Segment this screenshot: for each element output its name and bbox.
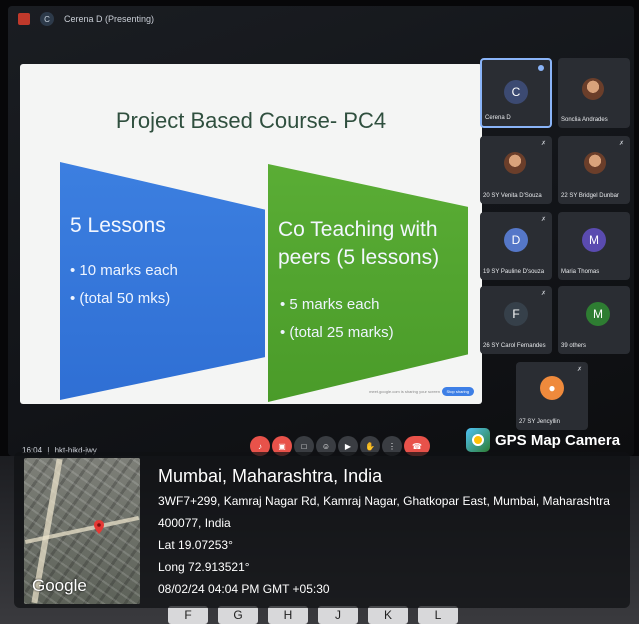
participant-tile[interactable]: D ✗ 19 SY Pauline D'souza — [480, 212, 552, 280]
location-city: Mumbai, Maharashtra, India — [158, 466, 383, 486]
participant-tile[interactable]: ● ✗ 27 SY Jencyllin — [516, 362, 588, 430]
participant-name: 22 SY Bridgel Dunbar — [561, 193, 619, 199]
lessons-panel — [60, 162, 265, 400]
gps-camera-icon — [466, 428, 490, 452]
participant-tile[interactable]: C Cerena D — [480, 58, 552, 128]
photo-frame: F G H J K L C Cerena D (Presenting) Proj… — [0, 0, 639, 624]
key-g: G — [218, 606, 258, 624]
location-address-line2: 400077, India — [158, 516, 231, 530]
others-tile[interactable]: M 39 others — [558, 286, 630, 354]
speaking-icon — [538, 65, 544, 71]
co-teaching-heading-2: peers (5 lessons) — [278, 246, 440, 269]
participant-tile[interactable]: M Maria Thomas — [558, 212, 630, 280]
co-teaching-bullet: • 5 marks each — [280, 296, 380, 313]
participant-name: 26 SY Carol Fernandes — [483, 343, 546, 349]
participant-avatar: M — [586, 302, 610, 326]
participant-tile[interactable]: F ✗ 26 SY Carol Fernandes — [480, 286, 552, 354]
gps-map-camera-brand: GPS Map Camera — [466, 425, 626, 455]
presenter-avatar: C — [40, 12, 54, 26]
participant-name: 19 SY Pauline D'souza — [483, 269, 545, 275]
participant-name: 20 SY Venita D'Souza — [483, 193, 542, 199]
mic-off-icon: ✗ — [618, 141, 624, 147]
mic-off-icon: ✗ — [540, 141, 546, 147]
participant-name: Cerena D — [485, 115, 511, 121]
participant-photo — [582, 78, 604, 100]
participant-name: Maria Thomas — [561, 269, 600, 275]
laptop-screen: C Cerena D (Presenting) Project Based Co… — [8, 6, 634, 456]
participant-tile[interactable]: Sonclia Andrades — [558, 58, 630, 128]
location-longitude: Long 72.913521° — [158, 560, 250, 574]
lessons-heading: 5 Lessons — [70, 214, 166, 237]
map-pin-icon — [94, 520, 104, 534]
participant-avatar: M — [582, 228, 606, 252]
location-latitude: Lat 19.07253° — [158, 538, 233, 552]
shared-slide: Project Based Course- PC4 5 Lessons • 10… — [20, 64, 482, 404]
google-logo: Google — [32, 576, 87, 595]
co-teaching-heading-1: Co Teaching with — [278, 218, 438, 241]
participant-avatar: F — [504, 302, 528, 326]
participant-avatar: D — [504, 228, 528, 252]
mic-off-icon: ✗ — [540, 291, 546, 297]
map-thumbnail: Google — [24, 458, 140, 604]
location-address-line1: 3WF7+299, Kamraj Nagar Rd, Kamraj Nagar,… — [158, 494, 610, 508]
key-f: F — [168, 606, 208, 624]
lessons-bullet: • 10 marks each — [70, 262, 178, 279]
key-k: K — [368, 606, 408, 624]
participant-photo — [504, 152, 526, 174]
mic-off-icon: ✗ — [576, 367, 582, 373]
meet-app-icon — [18, 13, 30, 25]
co-teaching-panel — [268, 164, 468, 402]
participant-avatar: ● — [540, 376, 564, 400]
share-note: meet.google.com is sharing your screen — [369, 389, 440, 394]
gps-brand-text: GPS Map Camera — [495, 431, 621, 449]
stop-sharing-button[interactable]: Stop sharing — [441, 387, 474, 396]
presenting-label: Cerena D (Presenting) — [64, 14, 155, 24]
meet-top-bar: C Cerena D (Presenting) — [8, 6, 634, 32]
participant-avatar: C — [504, 80, 528, 104]
lessons-bullet: • (total 50 mks) — [70, 290, 171, 307]
slide-title: Project Based Course- PC4 — [115, 108, 387, 133]
participant-name: Sonclia Andrades — [561, 117, 608, 123]
participant-tile[interactable]: ✗ 22 SY Bridgel Dunbar — [558, 136, 630, 204]
key-j: J — [318, 606, 358, 624]
participant-photo — [584, 152, 606, 174]
participant-name: 39 others — [561, 343, 587, 349]
participant-tile[interactable]: ✗ 20 SY Venita D'Souza — [480, 136, 552, 204]
mic-off-icon: ✗ — [540, 217, 546, 223]
key-l: L — [418, 606, 458, 624]
location-datetime: 08/02/24 04:04 PM GMT +05:30 — [158, 582, 330, 596]
key-h: H — [268, 606, 308, 624]
co-teaching-bullet: • (total 25 marks) — [280, 324, 394, 341]
